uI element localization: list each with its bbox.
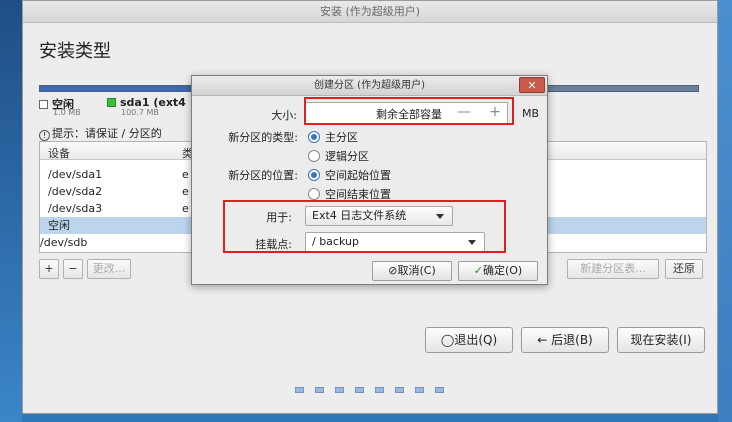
create-partition-dialog: 创建分区 (作为超级用户) ✕ 大小: 剩余全部容量 — + MB 新分区的类型… [191,75,548,285]
legend-item-sda1: sda1 (ext4 100.7 MB [107,96,186,117]
size-value: 剩余全部容量 [376,108,442,121]
size-increment-button[interactable]: + [487,105,503,121]
progress-dot [355,387,364,393]
use-as-label: 用于: [266,211,292,224]
legend-item-free: 空闲 1.0 MB [39,96,81,117]
install-now-button[interactable]: 现在安装(I) [617,327,705,353]
close-icon[interactable]: ✕ [519,77,545,93]
progress-dot [415,387,424,393]
ok-button[interactable]: ✓确定(O) [458,261,538,281]
size-decrement-button[interactable]: — [456,105,472,121]
radio-logical-icon [308,150,320,162]
quit-label: 退出(Q) [454,333,498,347]
dialog-title: 创建分区 (作为超级用户) ✕ [192,76,547,96]
legend-size: 100.7 MB [121,108,159,117]
window-title: 安装 (作为超级用户) [23,1,717,23]
cancel-button[interactable]: ⊘取消(C) [372,261,452,281]
desktop-background-right [718,0,732,422]
radio-end[interactable]: 空间结束位置 [308,186,391,202]
device-cell: /dev/sdb [40,236,88,249]
partition-bar-sda1 [40,86,208,91]
check-icon: ✓ [473,264,483,277]
chevron-down-icon [468,240,476,245]
column-header-device[interactable]: 设备 [48,145,70,161]
device-cell: 空闲 [48,219,70,232]
desktop-background-left [0,0,22,422]
legend-size: 1.0 MB [53,108,81,117]
radio-primary-label: 主分区 [325,131,358,144]
hint-text: ! 提示：请保证 / 分区的 [39,125,162,141]
change-partition-button[interactable]: 更改... [87,259,131,279]
progress-dot [315,387,324,393]
radio-start-icon [308,169,320,181]
legend-swatch [39,100,48,109]
radio-start-label: 空间起始位置 [325,169,391,182]
hint-label: 提示：请保证 / 分区的 [52,127,162,140]
partition-type-label: 新分区的类型: [228,131,298,144]
mount-point-combo[interactable]: / backup [305,232,485,252]
back-button[interactable]: ← 后退(B) [521,327,609,353]
add-partition-button[interactable]: + [39,259,59,279]
partition-location-label: 新分区的位置: [228,169,298,182]
radio-end-label: 空间结束位置 [325,188,391,201]
info-icon: ! [39,130,50,141]
chevron-down-icon [436,214,444,219]
size-unit: MB [522,107,540,120]
size-input[interactable]: 剩余全部容量 — + [305,102,508,124]
new-partition-table-button[interactable]: 新建分区表... [567,259,659,279]
mount-point-value: / backup [312,235,359,248]
progress-dot [335,387,344,393]
radio-logical[interactable]: 逻辑分区 [308,148,369,164]
radio-start[interactable]: 空间起始位置 [308,167,391,183]
size-label: 大小: [271,109,297,122]
device-cell: /dev/sda2 [48,185,103,198]
progress-dot [395,387,404,393]
radio-end-icon [308,188,320,200]
quit-icon: ◯ [440,333,455,347]
remove-partition-button[interactable]: − [63,259,83,279]
page-title: 安装类型 [39,41,111,62]
progress-dot [375,387,384,393]
radio-logical-label: 逻辑分区 [325,150,369,163]
filesystem-select[interactable]: Ext4 日志文件系统 [305,206,453,226]
type-cell: e [182,202,189,215]
filesystem-value: Ext4 日志文件系统 [312,209,407,222]
type-cell: e [182,168,189,181]
device-cell: /dev/sda1 [48,168,103,181]
radio-primary-icon [308,131,320,143]
ok-label: 确定(O) [482,264,523,277]
quit-button[interactable]: ◯退出(Q) [425,327,513,353]
revert-button[interactable]: 还原 [665,259,703,279]
dialog-title-text: 创建分区 (作为超级用户) [314,80,425,91]
legend-swatch [107,98,116,107]
mount-point-label: 挂载点: [255,238,292,251]
radio-primary[interactable]: 主分区 [308,129,358,145]
type-cell: e [182,185,189,198]
device-cell: /dev/sda3 [48,202,103,215]
progress-dot [435,387,444,393]
progress-dot [295,387,304,393]
cancel-label: 取消(C) [397,264,436,277]
